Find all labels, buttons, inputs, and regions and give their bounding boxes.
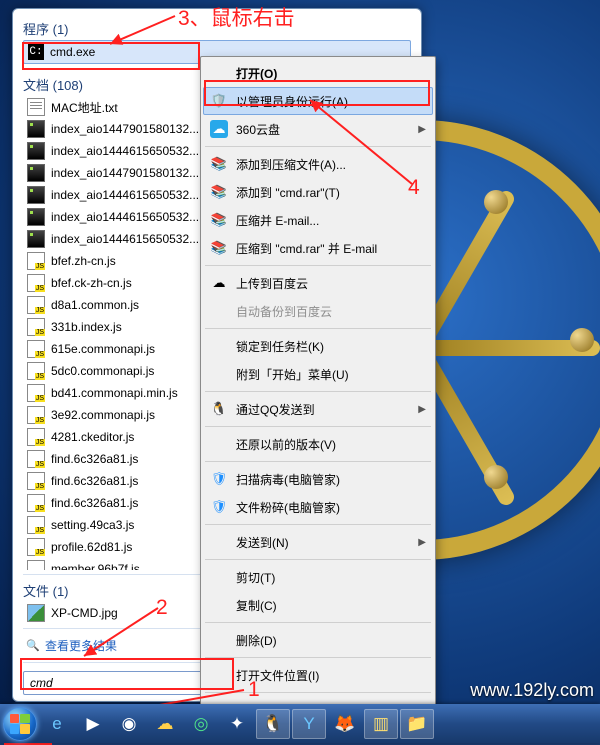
doc-label: setting.49ca3.js [51,518,134,532]
ctx-sendto[interactable]: 发送到(N)▶ [203,528,433,556]
cloud360-icon: ☁ [210,120,228,138]
doc-label: 5dc0.commonapi.js [51,364,154,378]
doc-label: find.6c326a81.js [51,496,138,510]
doc-label: index_aio1444615650532... [51,232,199,246]
programs-header: 程序 (1) [23,19,411,38]
doc-label: find.6c326a81.js [51,474,138,488]
cmd-icon: C: [28,44,44,60]
watermark: www.192ly.com [470,680,594,701]
js-file-icon [27,252,45,270]
doc-label: 331b.index.js [51,320,122,334]
js-file-icon [27,538,45,556]
js-file-icon [27,406,45,424]
js-file-icon [27,472,45,490]
bat-file-icon [27,164,45,182]
doc-label: 3e92.commonapi.js [51,408,155,422]
file-label: XP-CMD.jpg [51,606,118,620]
doc-label: profile.62d81.js [51,540,132,554]
taskbar-notes[interactable]: ▥ [364,709,398,739]
ctx-shred[interactable]: 🛡文件粉碎(电脑管家) [203,493,433,521]
taskbar-folder[interactable]: 📁 [400,709,434,739]
image-icon [27,604,45,622]
js-file-icon [27,296,45,314]
js-file-icon [27,340,45,358]
ctx-baidu-auto: 自动备份到百度云 [203,297,433,325]
doc-label: index_aio1444615650532... [51,210,199,224]
ctx-qq-send[interactable]: 🐧通过QQ发送到▶ [203,395,433,423]
winrar-icon: 📚 [210,211,228,229]
taskbar-360se[interactable]: ◎ [184,709,218,739]
taskbar: e ▶ ◉ ☁ ◎ ✦ 🐧 Y 🦊 ▥ 📁 [0,704,600,743]
bat-file-icon [27,120,45,138]
ctx-zip-email[interactable]: 📚压缩并 E-mail... [203,206,433,234]
ctx-pin-taskbar[interactable]: 锁定到任务栏(K) [203,332,433,360]
shield-icon: 🛡️ [210,92,228,110]
bat-file-icon [27,208,45,226]
start-button[interactable] [0,704,39,743]
js-file-icon [27,560,45,570]
ctx-cut[interactable]: 剪切(T) [203,563,433,591]
taskbar-qq[interactable]: 🐧 [256,709,290,739]
ctx-zip-cmd-email[interactable]: 📚压缩到 "cmd.rar" 并 E-mail [203,234,433,262]
txt-file-icon [27,98,45,116]
js-file-icon [27,274,45,292]
ctx-scan[interactable]: 🛡扫描病毒(电脑管家) [203,465,433,493]
ctx-baidu-upload[interactable]: ☁上传到百度云 [203,269,433,297]
doc-label: bfef.zh-cn.js [51,254,116,268]
search-icon: 🔍 [25,638,41,654]
baidu-icon: ☁ [210,274,228,292]
context-menu: 打开(O) 🛡️以管理员身份运行(A) ☁360云盘▶ 📚添加到压缩文件(A).… [200,56,436,727]
js-file-icon [27,516,45,534]
winrar-icon: 📚 [210,155,228,173]
qq-icon: 🐧 [210,400,228,418]
doc-label: 615e.commonapi.js [51,342,155,356]
doc-label: find.6c326a81.js [51,452,138,466]
ctx-open[interactable]: 打开(O) [203,59,433,87]
ctx-run-as-admin[interactable]: 🛡️以管理员身份运行(A) [203,87,433,115]
taskbar-yy[interactable]: Y [292,709,326,739]
taskbar-360cloud[interactable]: ☁ [148,709,182,739]
taskbar-ie[interactable]: e [40,709,74,739]
ctx-add-archive[interactable]: 📚添加到压缩文件(A)... [203,150,433,178]
ctx-restore[interactable]: 还原以前的版本(V) [203,430,433,458]
winrar-icon: 📚 [210,239,228,257]
winrar-icon: 📚 [210,183,228,201]
doc-label: index_aio1444615650532... [51,188,199,202]
doc-label: index_aio1447901580132... [51,122,199,136]
doc-label: bfef.ck-zh-cn.js [51,276,132,290]
js-file-icon [27,318,45,336]
ctx-delete[interactable]: 删除(D) [203,626,433,654]
taskbar-chrome[interactable]: ◉ [112,709,146,739]
js-file-icon [27,362,45,380]
ctx-pin-start[interactable]: 附到「开始」菜单(U) [203,360,433,388]
js-file-icon [27,450,45,468]
guanjia-icon: 🛡 [210,498,228,516]
ctx-copy[interactable]: 复制(C) [203,591,433,619]
bat-file-icon [27,186,45,204]
guanjia-icon: 🛡 [210,470,228,488]
taskbar-app1[interactable]: ✦ [220,709,254,739]
ctx-360-cloud[interactable]: ☁360云盘▶ [203,115,433,143]
bat-file-icon [27,142,45,160]
js-file-icon [27,384,45,402]
ctx-open-location[interactable]: 打开文件位置(I) [203,661,433,689]
doc-label: index_aio1444615650532... [51,144,199,158]
doc-label: member.96b7f.js [51,562,140,570]
taskbar-app2[interactable]: 🦊 [328,709,362,739]
doc-label: index_aio1447901580132... [51,166,199,180]
doc-label: bd41.commonapi.min.js [51,386,178,400]
js-file-icon [27,494,45,512]
ctx-add-cmd-rar[interactable]: 📚添加到 "cmd.rar"(T) [203,178,433,206]
windows-logo-icon [3,707,37,741]
js-file-icon [27,428,45,446]
doc-label: MAC地址.txt [51,99,118,116]
doc-label: d8a1.common.js [51,298,139,312]
program-label: cmd.exe [50,45,95,59]
doc-label: 4281.ckeditor.js [51,430,134,444]
bat-file-icon [27,230,45,248]
taskbar-mediaplayer[interactable]: ▶ [76,709,110,739]
